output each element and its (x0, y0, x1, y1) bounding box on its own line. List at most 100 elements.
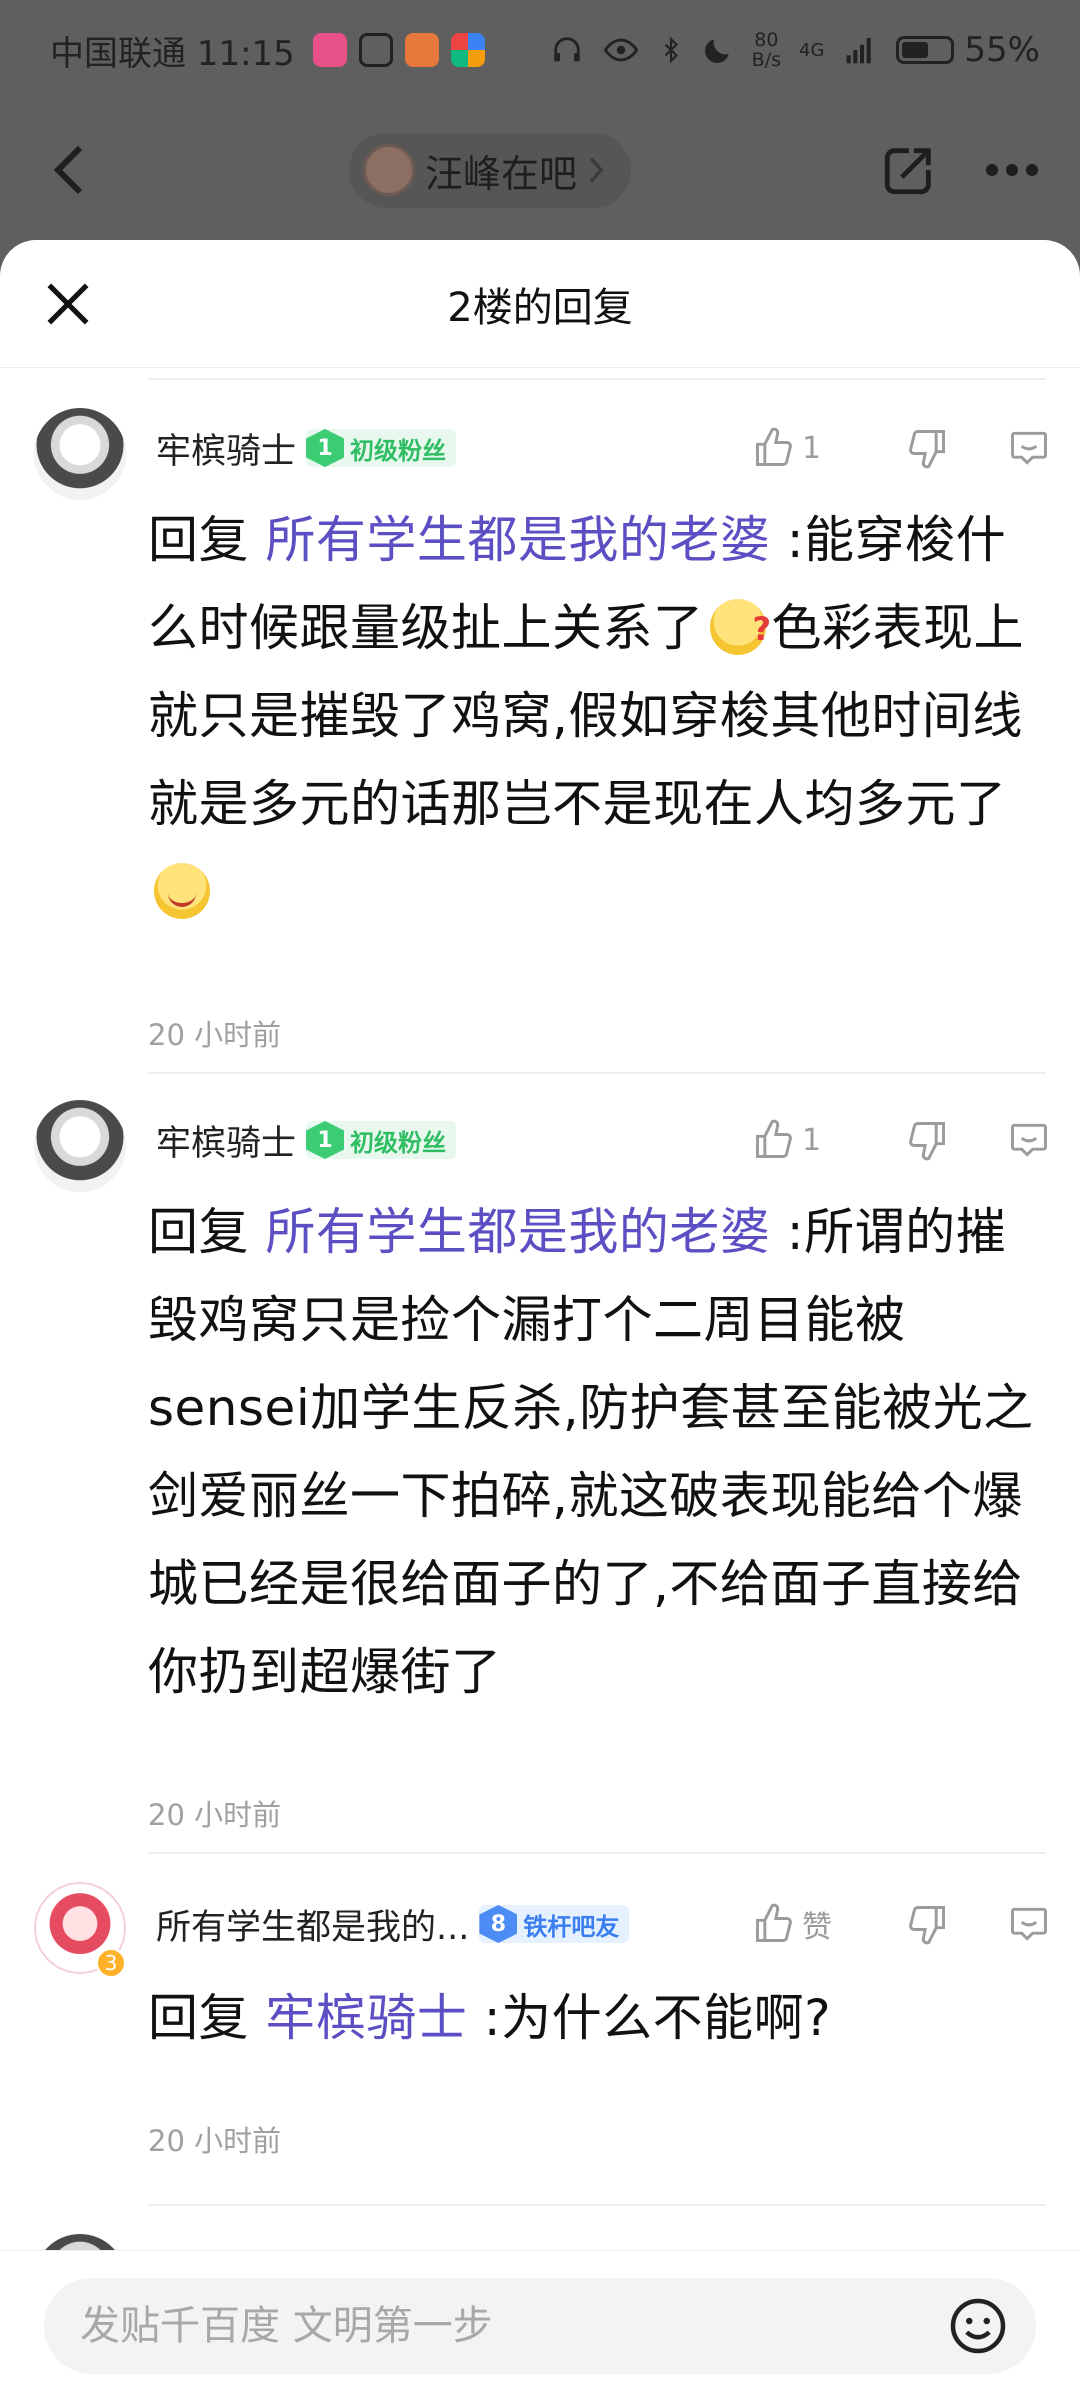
status-bar: 中国联通 11:15 80 B/s 4G 55% (0, 0, 1080, 100)
thumbs-up-icon (756, 1903, 792, 1942)
network-type: 4G (799, 39, 825, 61)
fan-badge: 1 初级粉丝 (306, 429, 457, 467)
dislike-button[interactable] (872, 1118, 982, 1162)
battery: 55% (896, 30, 1040, 70)
shield-app-icon (404, 33, 439, 67)
dislike-button[interactable] (872, 426, 982, 470)
fan-badge-label: 初级粉丝 (350, 436, 447, 465)
timestamp: 20 小时前 (148, 1018, 282, 1052)
forum-link[interactable]: 汪峰在吧 (348, 132, 631, 208)
reply-sheet: 2楼的回复 牢槟骑士 1 初级粉丝 1 回复 所有学生都是我的老婆:能穿梭什么… (0, 240, 1080, 2400)
bluetooth-icon (664, 36, 678, 64)
comment-icon (1011, 1907, 1047, 1941)
username[interactable]: 牢槟骑士 (156, 1115, 296, 1166)
speed-unit: B/s (751, 49, 782, 71)
moon-icon (704, 39, 729, 63)
divider (148, 1072, 1046, 1074)
comment-icon (1011, 431, 1047, 465)
avatar[interactable] (34, 1100, 126, 1192)
timestamp: 20 小时前 (148, 1798, 282, 1832)
fan-level: 1 (306, 1121, 345, 1159)
user-row: 牢槟骑士 1 初级粉丝 (156, 418, 457, 478)
like-button[interactable]: 1 (752, 426, 872, 470)
like-count: 1 (802, 1122, 822, 1158)
reply-list[interactable]: 牢槟骑士 1 初级粉丝 1 回复 所有学生都是我的老婆:能穿梭什么时候跟量级扯… (0, 368, 1080, 2250)
sheet-title: 2楼的回复 (447, 284, 633, 331)
timestamp: 20 小时前 (148, 2124, 282, 2158)
headphones-icon (553, 37, 580, 62)
mention-link[interactable]: 所有学生都是我的老婆 (265, 511, 770, 569)
like-count: 1 (802, 430, 822, 466)
username[interactable]: 所有学生都是我的... (156, 1899, 469, 1950)
pinwheel-icon (450, 33, 485, 67)
thinking-emoji-icon (709, 585, 772, 673)
like-button[interactable]: 赞 (752, 1902, 872, 1946)
dislike-button[interactable] (872, 1902, 982, 1946)
divider (148, 1852, 1046, 1854)
carrier-time: 中国联通 11:15 (50, 33, 295, 74)
reply-input[interactable] (80, 2302, 900, 2349)
forum-avatar (362, 144, 415, 196)
nav-actions (880, 141, 1040, 199)
divider (148, 378, 1046, 380)
fan-level: 1 (306, 429, 345, 467)
reply-button[interactable] (982, 1118, 1052, 1162)
thumbs-up-icon (756, 1119, 792, 1158)
more-icon[interactable] (984, 160, 1040, 180)
reply-prefix: 回复 (148, 1989, 249, 2047)
mention-link[interactable]: 所有学生都是我的老婆 (265, 1203, 770, 1261)
thumbs-down-icon (909, 1906, 945, 1945)
user-row: 牢槟骑士 1 初级粉丝 (156, 1110, 457, 1170)
reply-prefix: 回复 (148, 511, 249, 569)
fan-badge-label: 铁杆吧友 (523, 1912, 620, 1941)
thumbs-down-icon (909, 1122, 945, 1161)
back-button[interactable] (40, 140, 100, 200)
post-actions: 赞 (752, 1894, 1052, 1954)
thumbs-down-icon (909, 430, 945, 469)
notification-icons (312, 33, 485, 67)
chevron-right-icon (589, 157, 604, 183)
status-right: 80 B/s 4G 55% (550, 30, 1040, 70)
reply-button[interactable] (982, 1902, 1052, 1946)
battery-percent: 55% (964, 30, 1040, 70)
post-actions: 1 (752, 1110, 1052, 1170)
blush-emoji-icon (154, 863, 210, 919)
speed-value: 80 (754, 29, 779, 51)
comment-icon (1011, 1123, 1047, 1157)
battery-icon (896, 36, 955, 64)
reply-button[interactable] (982, 426, 1052, 470)
username[interactable]: 牢槟骑士 (156, 423, 296, 474)
fan-badge-label: 初级粉丝 (350, 1128, 447, 1157)
tv-icon (358, 33, 393, 67)
network-speed: 80 B/s (752, 30, 781, 70)
reply-input-box[interactable] (44, 2277, 1036, 2374)
fan-level: 8 (479, 1905, 518, 1943)
reply-prefix: 回复 (148, 1203, 249, 1261)
forum-name: 汪峰在吧 (424, 151, 577, 196)
divider (148, 2204, 1046, 2206)
like-button[interactable]: 1 (752, 1118, 872, 1162)
eye-icon (603, 38, 638, 62)
fan-badge: 1 初级粉丝 (306, 1121, 457, 1159)
bilibili-icon (312, 33, 347, 67)
share-icon[interactable] (880, 141, 938, 199)
reply-content: :为什么不能啊? (467, 1989, 832, 2047)
signal-icon (847, 38, 872, 64)
status-left: 中国联通 11:15 (50, 26, 485, 75)
like-label: 赞 (802, 1910, 832, 1945)
top-nav: 汪峰在吧 (0, 100, 1080, 240)
reply-text: 回复 所有学生都是我的老婆 :能穿梭什么时候跟量级扯上关系了色彩表现上就只是摧毁… (148, 496, 1046, 936)
post-actions: 1 (752, 418, 1052, 478)
user-row: 所有学生都是我的... 8 铁杆吧友 (156, 1894, 630, 1954)
reply-text: 回复 牢槟骑士 :为什么不能啊? (148, 1974, 1046, 2062)
chevron-left-icon (53, 145, 83, 195)
avatar[interactable] (34, 2234, 126, 2250)
bottom-input-bar (0, 2250, 1080, 2400)
close-icon[interactable] (40, 276, 96, 332)
avatar[interactable] (34, 408, 126, 500)
reply-text: 回复 所有学生都是我的老婆 :所谓的摧毁鸡窝只是捡个漏打个二周目能被sensei… (148, 1188, 1046, 1716)
mention-link[interactable]: 牢槟骑士 (265, 1989, 467, 2047)
emoji-icon[interactable] (948, 2296, 1008, 2356)
avatar-level-badge: 3 (96, 1948, 126, 1978)
sheet-header: 2楼的回复 (0, 240, 1080, 368)
